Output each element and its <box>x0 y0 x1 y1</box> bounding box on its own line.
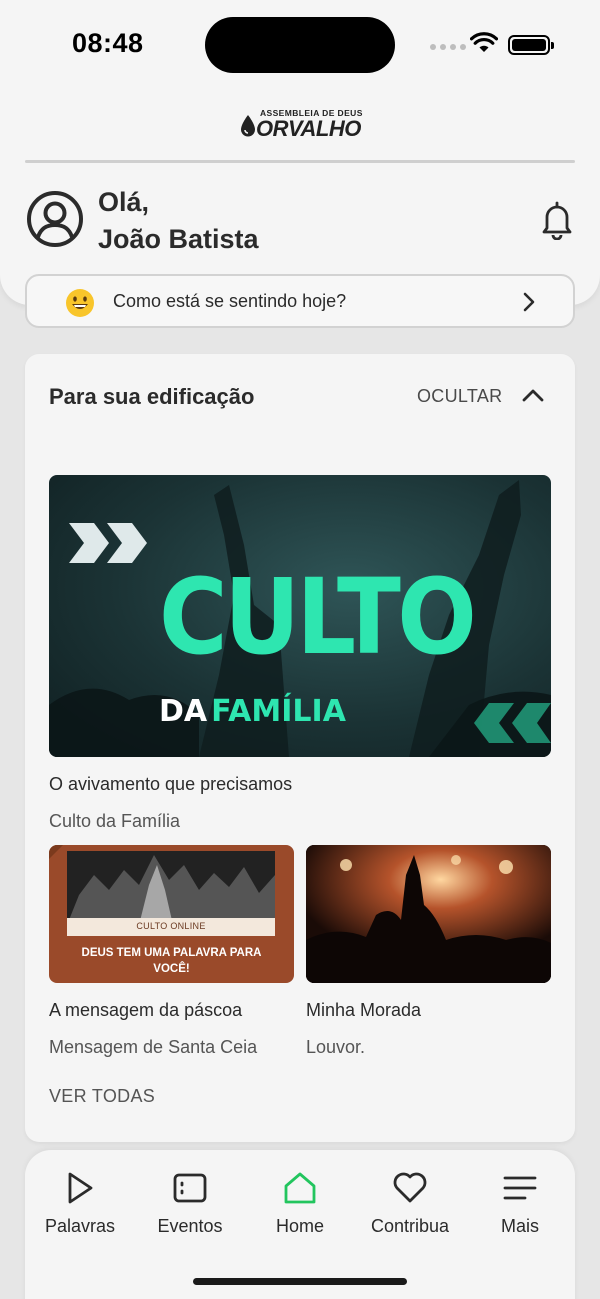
featured-image-title: CULTO <box>159 556 477 678</box>
bell-icon[interactable] <box>538 200 576 240</box>
featured-image-subtitle: DA FAMÍLIA <box>159 697 346 727</box>
nav-item-eventos[interactable]: Eventos <box>135 1168 245 1237</box>
section-title: Para sua edificação <box>49 384 255 409</box>
edification-section: Para sua edificação OCULTAR CULTO DA FAMÍ… <box>25 354 575 1142</box>
wifi-icon <box>470 32 498 52</box>
home-icon <box>284 1172 316 1204</box>
see-all-link[interactable]: VER TODAS <box>49 1086 155 1107</box>
content-subtitle: Mensagem de Santa Ceia <box>49 1037 258 1057</box>
greeting-hello: Olá, <box>98 187 150 217</box>
menu-icon <box>503 1176 537 1200</box>
smile-emoji-icon <box>66 289 94 317</box>
battery-icon <box>508 35 554 55</box>
nav-label: Home <box>275 1216 324 1236</box>
home-indicator[interactable] <box>193 1278 407 1285</box>
nav-item-palavras[interactable]: Palavras <box>25 1168 135 1237</box>
greeting: Olá, João Batista <box>98 184 259 258</box>
greeting-user-name: João Batista <box>98 224 259 254</box>
nav-label: Contribua <box>370 1216 450 1236</box>
header: 08:48 ASSEMBLEIA DE DEUS ORVALHO Olá, Jo… <box>0 0 600 305</box>
nav-label: Palavras <box>44 1216 116 1236</box>
cellular-signal-icon <box>430 44 466 50</box>
content-thumbnail[interactable]: CULTO ONLINE DEUS TEM UMA PALAVRA PARA V… <box>49 845 294 983</box>
nav-item-contribua[interactable]: Contribua <box>355 1168 465 1237</box>
featured-title[interactable]: O avivamento que precisamos <box>49 774 292 795</box>
thumbnail-tag: CULTO ONLINE <box>136 921 206 931</box>
content-subtitle: Louvor. <box>306 1037 366 1057</box>
status-time: 08:48 <box>72 28 144 58</box>
thumbnail-art <box>306 845 551 983</box>
brand-line2: ORVALHO <box>256 116 361 141</box>
bottom-nav: Palavras Eventos Home Contribua Mais <box>25 1150 575 1299</box>
nav-label: Mais <box>500 1216 539 1236</box>
brand-logo: ASSEMBLEIA DE DEUS ORVALHO <box>240 108 365 141</box>
nav-item-mais[interactable]: Mais <box>465 1168 575 1237</box>
dynamic-island <box>205 17 395 73</box>
featured-video-thumbnail[interactable]: CULTO DA FAMÍLIA <box>49 475 551 757</box>
content-title[interactable]: Minha Morada <box>306 1000 421 1021</box>
hide-section-button[interactable]: OCULTAR <box>417 386 502 407</box>
avatar-icon[interactable] <box>26 190 84 248</box>
header-divider <box>25 160 575 163</box>
chevron-up-icon[interactable] <box>521 386 545 404</box>
featured-image-familia: FAMÍLIA <box>211 694 346 729</box>
status-bar: 08:48 <box>0 0 600 90</box>
chevron-right-icon <box>523 292 535 312</box>
content-thumbnail[interactable] <box>306 845 551 983</box>
mood-label: Como está se sentindo hoje? <box>113 291 347 311</box>
thumbnail-caption: DEUS TEM UMA PALAVRA PARA VOCÊ! <box>81 947 262 975</box>
heart-icon <box>393 1172 427 1203</box>
featured-subtitle: Culto da Família <box>49 811 181 831</box>
calendar-icon <box>173 1173 207 1203</box>
mood-check-button[interactable]: Como está se sentindo hoje? <box>25 274 575 328</box>
nav-item-home[interactable]: Home <box>245 1168 355 1237</box>
drop-icon <box>241 115 255 137</box>
content-title[interactable]: A mensagem da páscoa <box>49 1000 242 1021</box>
nav-label: Eventos <box>157 1216 223 1236</box>
play-icon <box>68 1172 93 1204</box>
featured-image-da: DA <box>159 694 208 729</box>
